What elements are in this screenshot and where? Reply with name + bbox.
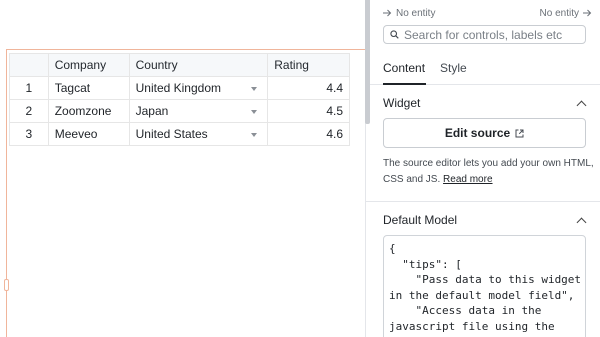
read-more-link[interactable]: Read more bbox=[443, 174, 492, 185]
active-tab-indicator bbox=[383, 83, 426, 85]
tab-style[interactable]: Style bbox=[440, 61, 467, 75]
default-model-section-header[interactable]: Default Model bbox=[383, 212, 587, 228]
selection-outline-left bbox=[6, 49, 7, 337]
cell-country-select[interactable]: Japan bbox=[128, 99, 269, 123]
default-model-code-editor[interactable]: { "tips": [ "Pass data to this widget in … bbox=[383, 235, 586, 337]
resize-handle[interactable] bbox=[4, 279, 9, 291]
canvas-top-area bbox=[0, 0, 365, 50]
column-header-rating[interactable]: Rating bbox=[267, 53, 350, 77]
table-header-row: Company Country Rating bbox=[9, 53, 350, 77]
code-line: javascript file using the bbox=[389, 319, 555, 333]
cell-rating[interactable]: 4.4 bbox=[267, 76, 350, 100]
selection-outline-top bbox=[6, 49, 365, 50]
search-icon bbox=[390, 30, 399, 39]
panel-scrollbar[interactable] bbox=[365, 0, 370, 124]
cell-company[interactable]: Tagcat bbox=[47, 76, 130, 100]
search-input[interactable]: Search for controls, labels etc bbox=[383, 25, 586, 44]
row-index: 2 bbox=[9, 99, 49, 123]
entity-navigation: No entity No entity bbox=[383, 6, 592, 20]
search-placeholder: Search for controls, labels etc bbox=[404, 27, 563, 42]
row-index: 1 bbox=[9, 76, 49, 100]
previous-entity-label: No entity bbox=[396, 7, 436, 19]
chevron-down-icon[interactable] bbox=[251, 133, 258, 137]
row-index: 3 bbox=[9, 122, 49, 146]
properties-panel: No entity No entity Search for controls,… bbox=[365, 0, 600, 337]
panel-tabs: Content Style bbox=[366, 52, 600, 85]
chevron-up-icon[interactable] bbox=[576, 217, 587, 227]
widget-section-title: Widget bbox=[383, 96, 421, 110]
source-editor-help: The source editor lets you add your own … bbox=[383, 156, 595, 188]
table-row: 2 Zoomzone Japan 4.5 bbox=[9, 99, 350, 123]
edit-source-button[interactable]: Edit source bbox=[383, 118, 586, 148]
chevron-down-icon[interactable] bbox=[251, 110, 258, 114]
code-line: { bbox=[389, 242, 396, 255]
cell-country-select[interactable]: United States bbox=[128, 122, 269, 146]
widget-section-header[interactable]: Widget bbox=[383, 95, 587, 111]
cell-country-value: United Kingdom bbox=[135, 81, 221, 95]
column-header-index bbox=[9, 53, 49, 77]
column-header-company[interactable]: Company bbox=[47, 53, 130, 77]
cell-rating[interactable]: 4.6 bbox=[267, 122, 350, 146]
cell-company[interactable]: Meeveo bbox=[47, 122, 130, 146]
chevron-down-icon[interactable] bbox=[251, 87, 258, 91]
code-line: "Access data in the bbox=[389, 304, 542, 317]
section-divider bbox=[366, 201, 600, 202]
table-row: 1 Tagcat United Kingdom 4.4 bbox=[9, 76, 350, 100]
cell-country-select[interactable]: United Kingdom bbox=[128, 76, 269, 100]
code-line: "Pass data to this widget bbox=[389, 273, 582, 286]
cell-country-value: United States bbox=[135, 127, 208, 141]
code-line: "tips": [ bbox=[389, 257, 462, 271]
previous-entity-link[interactable]: No entity bbox=[383, 8, 435, 19]
column-header-country[interactable]: Country bbox=[128, 53, 269, 77]
arrow-right-icon bbox=[383, 9, 392, 17]
tab-content[interactable]: Content bbox=[383, 61, 425, 75]
next-entity-label: No entity bbox=[539, 7, 579, 19]
external-link-icon bbox=[515, 129, 524, 137]
chevron-up-icon[interactable] bbox=[576, 100, 587, 110]
canvas[interactable]: Company Country Rating 1 Tagcat United K… bbox=[0, 0, 365, 337]
cell-country-value: Japan bbox=[135, 104, 169, 118]
code-line: in the default model field", bbox=[389, 288, 575, 302]
cell-company[interactable]: Zoomzone bbox=[47, 99, 130, 123]
edit-source-label: Edit source bbox=[444, 126, 511, 140]
arrow-right-icon bbox=[583, 9, 592, 17]
default-model-title: Default Model bbox=[383, 213, 458, 227]
next-entity-link[interactable]: No entity bbox=[540, 8, 592, 19]
cell-rating[interactable]: 4.5 bbox=[267, 99, 350, 123]
data-table: Company Country Rating 1 Tagcat United K… bbox=[9, 53, 350, 146]
table-row: 3 Meeveo United States 4.6 bbox=[9, 122, 350, 146]
